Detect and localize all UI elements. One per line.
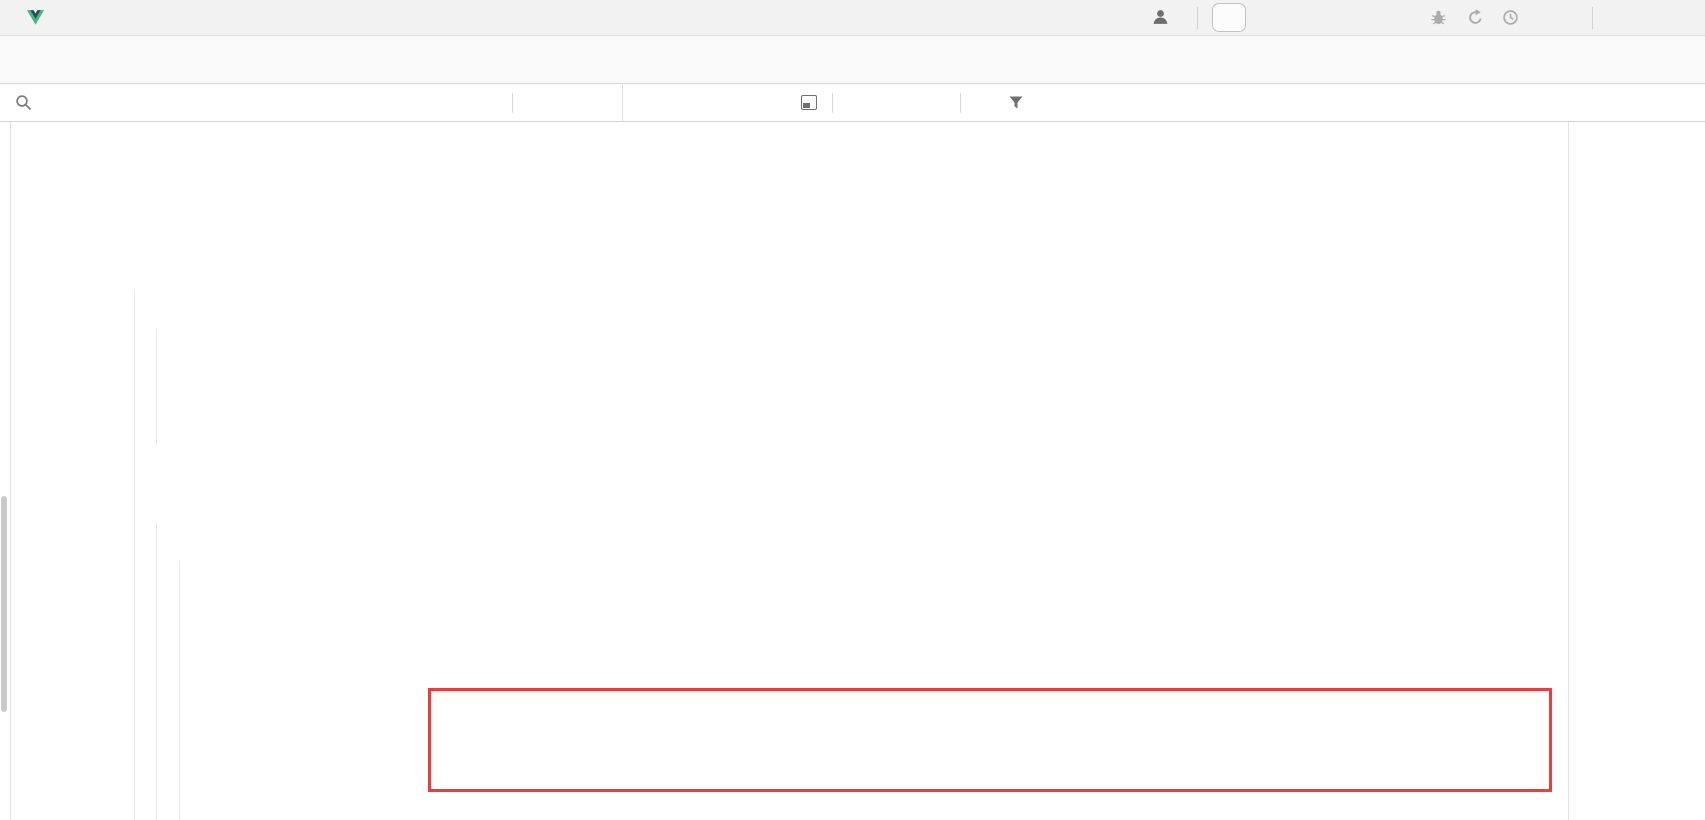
search-in-selection-toggle[interactable]	[801, 84, 817, 121]
collaborators-icon[interactable]	[1152, 9, 1169, 30]
add-occurrence-button[interactable]	[847, 84, 848, 121]
gutter-edge-divider	[10, 122, 11, 820]
editor-tab-bar	[0, 36, 1705, 84]
title-bar	[0, 0, 1705, 36]
filter-funnel-icon[interactable]	[1008, 84, 1024, 121]
indent-guide	[134, 290, 135, 820]
find-field-divider	[622, 84, 623, 121]
find-bar	[0, 84, 1705, 122]
debug-bug-icon[interactable]	[1430, 9, 1447, 31]
editor-tabs	[0, 36, 1705, 83]
coverage-icon[interactable]	[1467, 9, 1484, 31]
remove-occurrence-button[interactable]	[888, 84, 889, 121]
select-all-occurrences-button[interactable]	[926, 84, 927, 121]
left-scrollbar-thumb[interactable]	[1, 496, 7, 712]
annotation-red-box	[428, 688, 1552, 792]
indent-guide	[156, 523, 157, 820]
right-margin-guide	[1568, 122, 1569, 820]
toolbar-separator	[1592, 7, 1593, 29]
run-configuration-select[interactable]	[1212, 3, 1246, 32]
toolbar-separator	[1197, 7, 1198, 29]
find-bar-separator	[832, 93, 833, 113]
match-count	[648, 84, 692, 121]
find-bar-separator	[512, 93, 513, 113]
profiler-clock-icon[interactable]	[1502, 9, 1519, 31]
find-bar-separator	[960, 93, 961, 113]
code-editor[interactable]	[0, 122, 1705, 820]
indent-guide	[156, 329, 157, 445]
vue-logo-icon	[27, 10, 44, 30]
code-lines	[0, 122, 1705, 135]
indent-guide	[179, 561, 180, 820]
search-icon[interactable]	[15, 84, 32, 121]
